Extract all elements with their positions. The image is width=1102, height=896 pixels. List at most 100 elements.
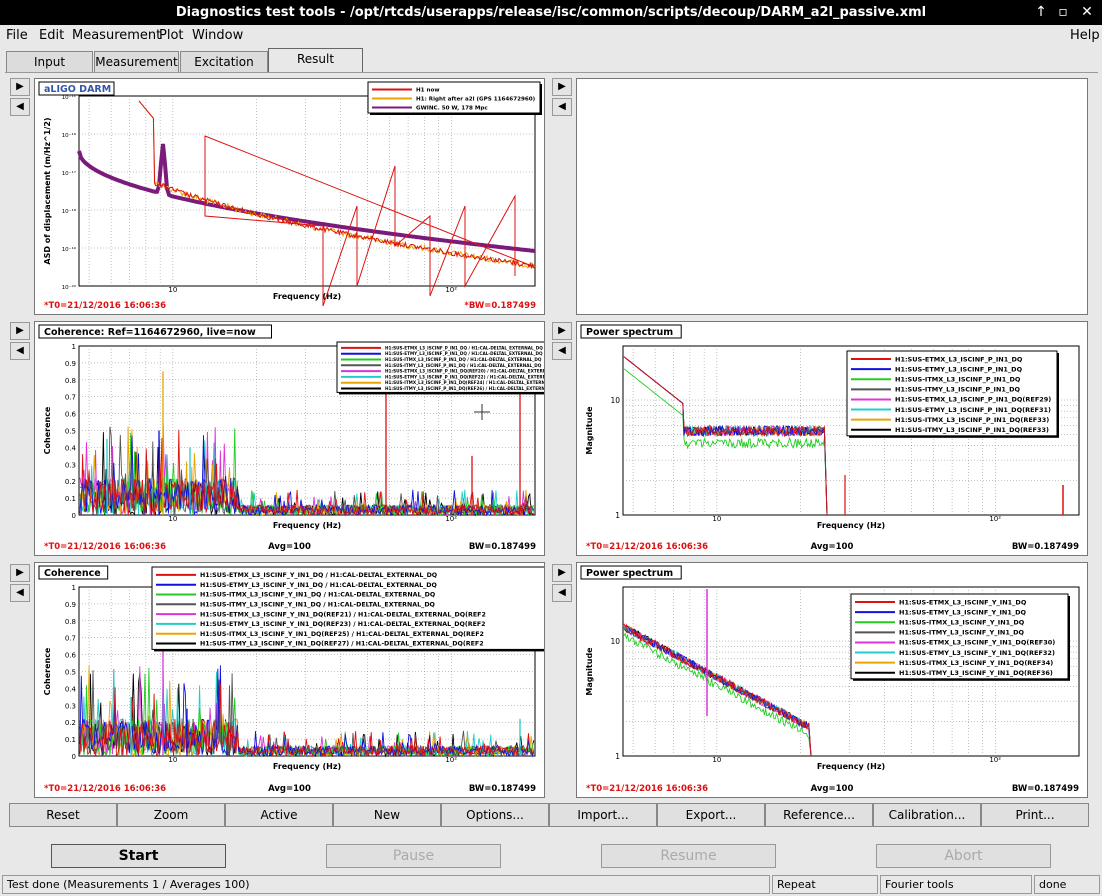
window-close-icon[interactable]: ✕	[1076, 0, 1098, 25]
y-tick-label: 0.7	[65, 394, 76, 402]
print-button[interactable]: Print...	[981, 803, 1089, 827]
y-tick-label: 0.6	[65, 411, 77, 419]
panel2-prev-icon[interactable]: ▶	[552, 78, 572, 96]
y-tick-label: 0	[72, 753, 76, 761]
menu-help[interactable]: Help	[1070, 28, 1100, 43]
window-up-icon[interactable]: ↑	[1030, 0, 1052, 25]
plot-empty[interactable]	[576, 78, 1088, 315]
panel1-prev-icon[interactable]: ▶	[10, 78, 30, 96]
legend-entry: H1:SUS-ETMY_L3_ISCINF_Y_IN1_DQ(REF23) / …	[200, 621, 486, 628]
tab-measurement[interactable]: Measurement	[94, 51, 179, 72]
plot-svg: aLIGO DARM Frequency (Hz) ASD of displacem…	[38, 81, 542, 311]
plot-coherence-pitch[interactable]: Coherence: Ref=1164672960, live=now Frequ…	[34, 321, 545, 556]
start-button[interactable]: Start	[51, 844, 226, 868]
plot-power-spectrum-yaw[interactable]: Power spectrum Frequency (Hz) Magnitude *T0…	[576, 562, 1088, 798]
plot-darm-asd[interactable]: aLIGO DARM Frequency (Hz) ASD of displacem…	[34, 78, 545, 315]
plot-power-spectrum-pitch[interactable]: Power spectrum Frequency (Hz) Magnitude *T0…	[576, 321, 1088, 556]
y-tick-label: 10⁻¹⁷	[62, 170, 76, 177]
panel4-next-icon[interactable]: ◀	[552, 342, 572, 360]
panel3-next-icon[interactable]: ◀	[10, 342, 30, 360]
legend-entry: H1:SUS-ETMY_L3_ISCINF_P_IN1_DQ	[895, 365, 1023, 373]
y-tick-label: 1	[72, 584, 76, 592]
plot-t0-label: *T0=21/12/2016 16:06:36	[44, 784, 166, 794]
x-axis-label: Frequency (Hz)	[273, 762, 341, 771]
panel1-next-icon[interactable]: ◀	[10, 98, 30, 116]
legend-entry: H1:SUS-ITMY_L3_ISCINF_P_IN1_DQ(REF26) / …	[385, 386, 544, 391]
plot-t0-label: *T0=21/12/2016 16:06:36	[44, 542, 166, 552]
window-title: Diagnostics test tools - /opt/rtcds/user…	[175, 5, 927, 20]
legend-entry: H1:SUS-ITMX_L3_ISCINF_P_IN1_DQ	[895, 376, 1021, 384]
legend-entry: H1:SUS-ETMY_L3_ISCINF_Y_IN1_DQ	[899, 608, 1027, 616]
y-tick-label: 10⁻¹⁶	[62, 132, 77, 139]
menu-edit[interactable]: Edit	[39, 28, 64, 43]
legend-entry: H1:SUS-ITMY_L3_ISCINF_P_IN1_DQ / H1:CAL-…	[385, 363, 542, 368]
plot-title: Power spectrum	[586, 327, 673, 338]
x-tick-label: 10²	[989, 515, 1001, 523]
menu-window[interactable]: Window	[192, 28, 243, 43]
plot-bw-label: *BW=0.187499	[464, 301, 536, 311]
plot-bw-label: BW=0.187499	[1012, 542, 1079, 552]
panel2-next-icon[interactable]: ◀	[552, 98, 572, 116]
legend-entry: H1:SUS-ETMY_L3_ISCINF_Y_IN1_DQ(REF32)	[899, 649, 1055, 657]
import-button[interactable]: Import...	[549, 803, 657, 827]
panel6-prev-icon[interactable]: ▶	[552, 564, 572, 582]
legend-entry: H1:SUS-ETMY_L3_ISCINF_Y_IN1_DQ / H1:CAL-…	[200, 582, 438, 589]
status-message: Test done (Measurements 1 / Averages 100…	[2, 875, 770, 894]
reference-button[interactable]: Reference...	[765, 803, 873, 827]
active-button[interactable]: Active	[225, 803, 333, 827]
y-axis-label: Magnitude	[585, 647, 594, 696]
reset-button[interactable]: Reset	[9, 803, 117, 827]
panel6-next-icon[interactable]: ◀	[552, 584, 572, 602]
y-tick-label: 0.7	[65, 635, 76, 643]
y-tick-label: 0.2	[65, 719, 76, 727]
abort-button[interactable]: Abort	[876, 844, 1051, 868]
legend-entry: H1:SUS-ETMX_L3_ISCINF_P_IN1_DQ	[895, 355, 1023, 363]
y-tick-label: 0.5	[65, 669, 76, 677]
panel4-prev-icon[interactable]: ▶	[552, 322, 572, 340]
legend-entry: H1:SUS-ETMX_L3_ISCINF_P_IN1_DQ / H1:CAL-…	[385, 345, 543, 350]
plot-bw-label: BW=0.187499	[1012, 784, 1079, 794]
legend-entry: GWINC. 50 W, 178 Mpc	[416, 105, 488, 111]
legend-entry: H1:SUS-ETMX_L3_ISCINF_Y_IN1_DQ / H1:CAL-…	[200, 572, 438, 579]
legend-entry: H1:SUS-ETMX_L3_ISCINF_Y_IN1_DQ(REF21) / …	[200, 611, 486, 618]
legend-entry: H1:SUS-ITMY_L3_ISCINF_Y_IN1_DQ	[899, 629, 1024, 637]
y-axis-label: Magnitude	[585, 406, 594, 455]
y-tick-label: 0.1	[65, 736, 76, 744]
panel3-prev-icon[interactable]: ▶	[10, 322, 30, 340]
x-tick-label: 10²	[445, 286, 457, 294]
plot-avg-label: Avg=100	[268, 784, 311, 794]
y-tick-label: 10⁻²⁰	[62, 284, 77, 291]
plot-title: Coherence	[44, 568, 101, 579]
calibration-button[interactable]: Calibration...	[873, 803, 981, 827]
tab-excitation[interactable]: Excitation	[180, 51, 268, 72]
plot-coherence-yaw[interactable]: Coherence Frequency (Hz) Coherence *T0=21/1…	[34, 562, 545, 798]
zoom-button[interactable]: Zoom	[117, 803, 225, 827]
y-tick-label: 0.4	[65, 444, 77, 452]
x-tick-label: 10	[168, 756, 177, 764]
x-axis-label: Frequency (Hz)	[817, 762, 885, 771]
x-tick-label: 10²	[445, 515, 457, 523]
plot-avg-label: Avg=100	[268, 542, 311, 552]
panel5-prev-icon[interactable]: ▶	[10, 564, 30, 582]
tab-result[interactable]: Result	[268, 48, 363, 72]
legend-entry: H1:SUS-ITMY_L3_ISCINF_P_IN1_DQ	[895, 386, 1021, 394]
y-tick-label: 0.8	[65, 377, 76, 385]
y-tick-label: 0.9	[65, 360, 76, 368]
options-button[interactable]: Options...	[441, 803, 549, 827]
y-axis-label: ASD of displacement (m/Hz^1/2)	[43, 117, 52, 264]
menu-measurement[interactable]: Measurement	[72, 28, 161, 43]
resume-button[interactable]: Resume	[601, 844, 776, 868]
menu-plot[interactable]: Plot	[159, 28, 184, 43]
x-tick-label: 10	[168, 286, 177, 294]
menu-file[interactable]: File	[6, 28, 28, 43]
panel5-next-icon[interactable]: ◀	[10, 584, 30, 602]
window-restore-icon[interactable]: ▫	[1052, 0, 1074, 25]
plot-t0-label: *T0=21/12/2016 16:06:36	[586, 784, 708, 794]
new-button[interactable]: New	[333, 803, 441, 827]
legend-entry: H1:SUS-ITMX_L3_ISCINF_Y_IN1_DQ	[899, 619, 1025, 627]
x-axis-label: Frequency (Hz)	[273, 292, 341, 301]
plot-t0-label: *T0=21/12/2016 16:06:36	[44, 301, 166, 311]
export-button[interactable]: Export...	[657, 803, 765, 827]
tab-input[interactable]: Input	[6, 51, 93, 72]
pause-button[interactable]: Pause	[326, 844, 501, 868]
